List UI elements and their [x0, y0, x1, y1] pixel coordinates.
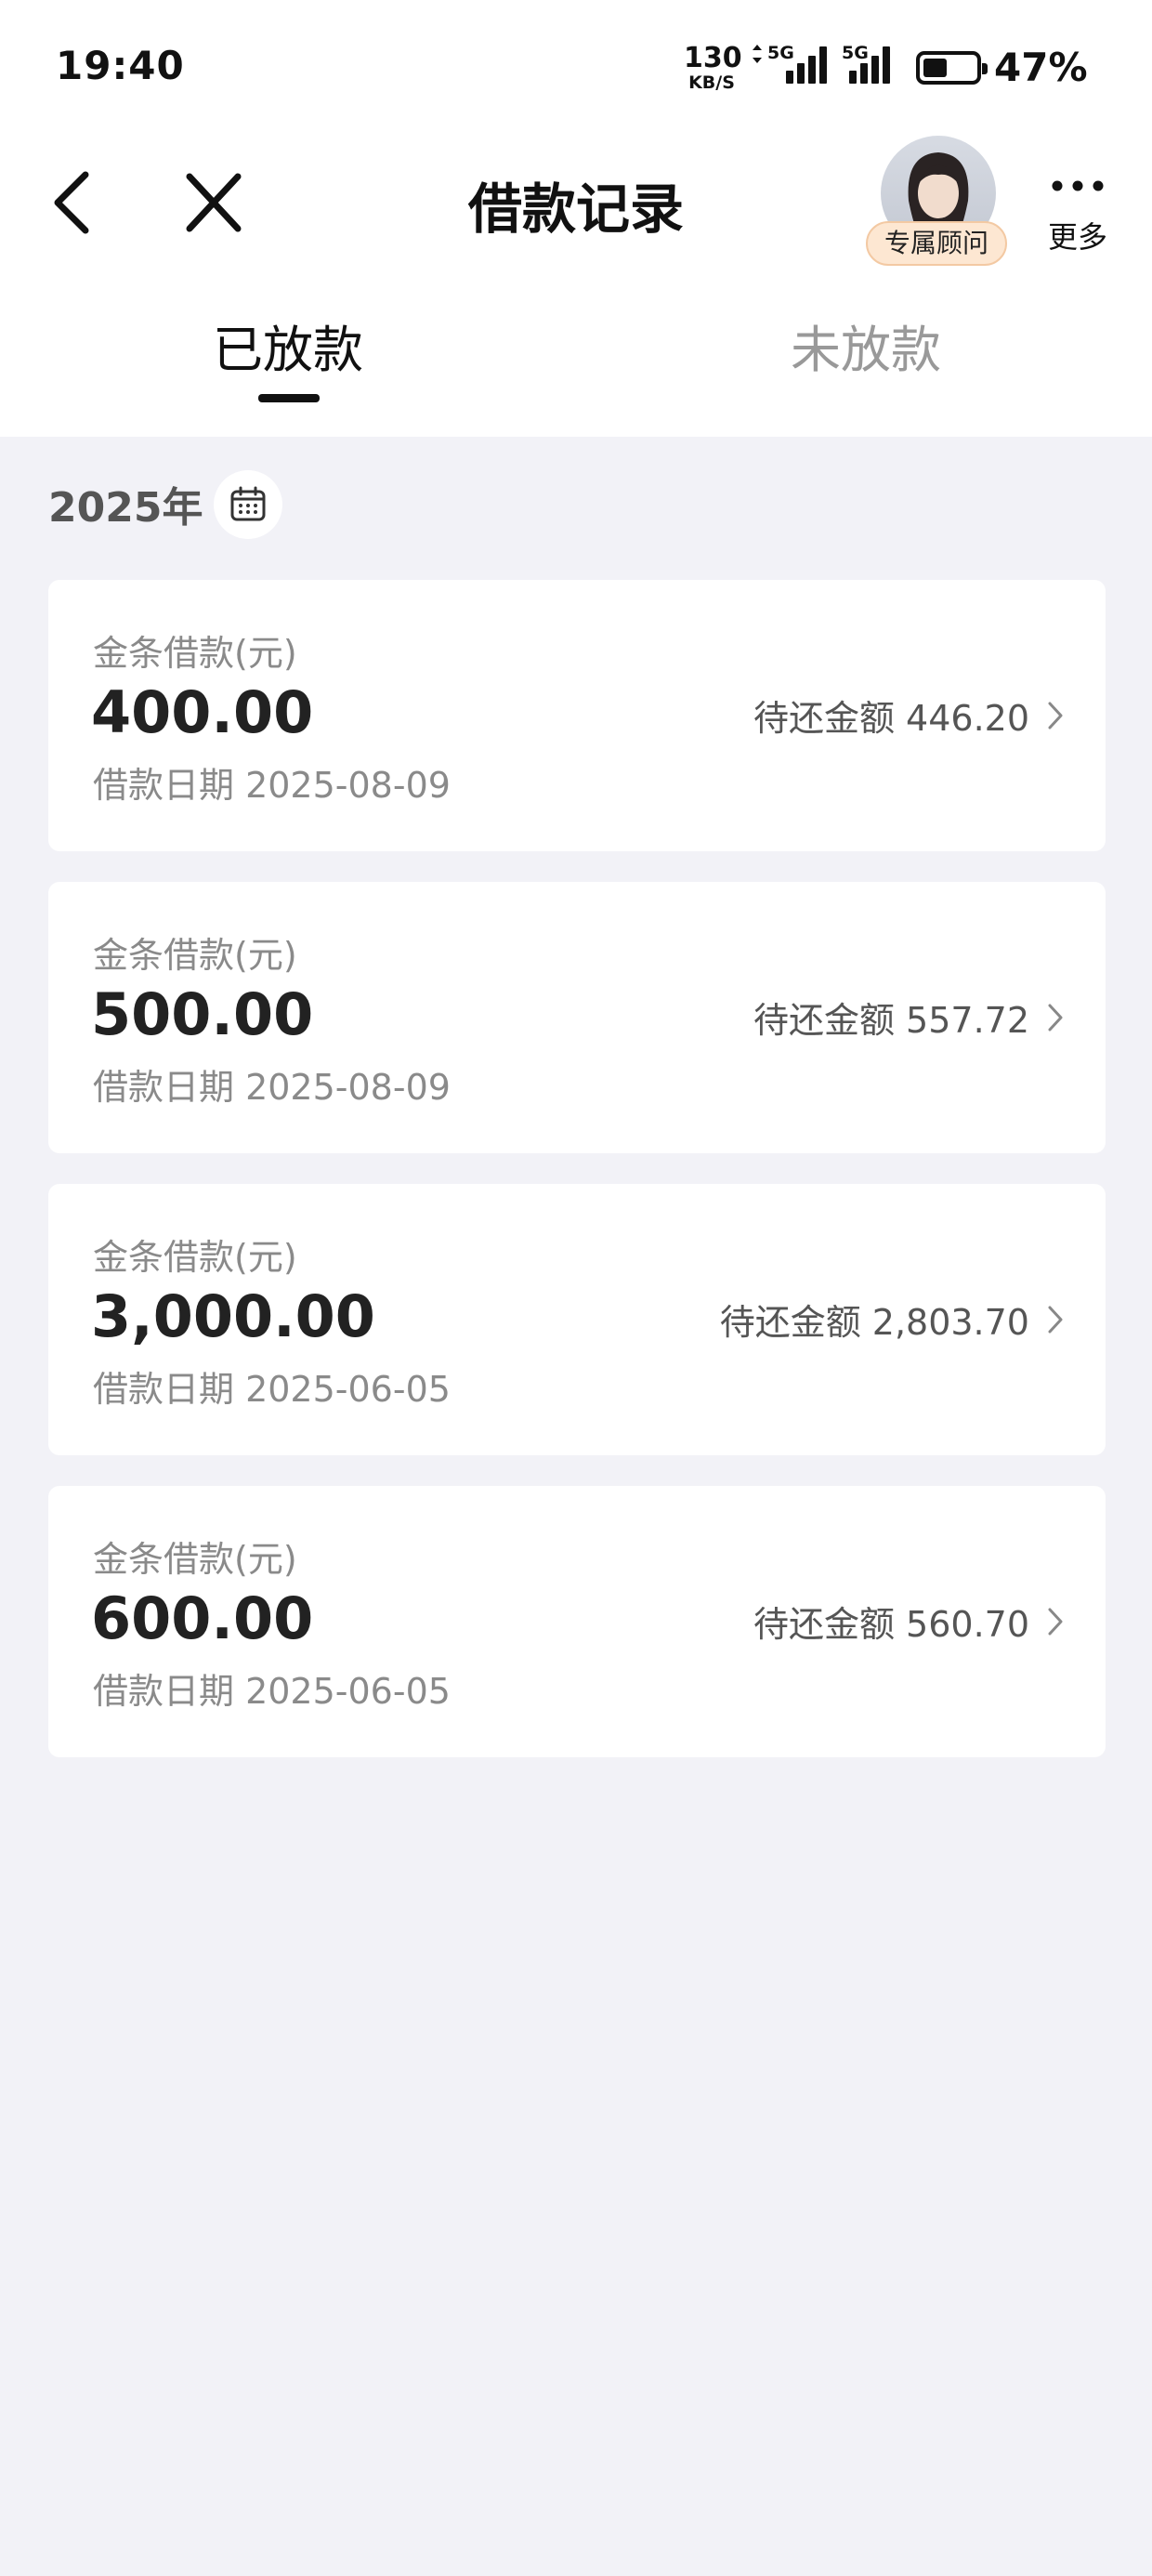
tab-not-disbursed[interactable]: 未放款: [727, 309, 1005, 411]
loan-type-label: 金条借款(元): [93, 1539, 297, 1580]
loan-type-label: 金条借款(元): [93, 633, 297, 674]
loan-date: 借款日期 2025-06-05: [93, 1671, 451, 1712]
loan-amount: 400.00: [91, 678, 314, 746]
advisor-badge: 专属顾问: [866, 221, 1007, 266]
network-speed-value: 130: [684, 42, 742, 74]
signal-2-label: 5G: [842, 43, 869, 63]
loan-date: 借款日期 2025-08-09: [93, 1067, 451, 1108]
data-transfer-arrows-icon: [753, 45, 762, 63]
network-speed-unit: KB/S: [688, 72, 735, 93]
amount-due: 待还金额 560.70: [753, 1604, 1029, 1645]
loan-date: 借款日期 2025-06-05: [93, 1369, 451, 1410]
signal-1-label: 5G: [767, 43, 794, 63]
battery-fill: [923, 59, 947, 77]
battery-percent: 47%: [994, 45, 1088, 90]
loan-record-card[interactable]: 金条借款(元) 500.00 借款日期 2025-08-09 待还金额 557.…: [48, 882, 1106, 1153]
amount-due: 待还金额 557.72: [753, 1000, 1029, 1041]
loan-amount: 600.00: [91, 1584, 314, 1652]
calendar-button[interactable]: [214, 470, 282, 539]
loan-type-label: 金条借款(元): [93, 935, 297, 976]
loan-amount: 500.00: [91, 980, 314, 1048]
amount-due: 待还金额 2,803.70: [719, 1302, 1029, 1343]
advisor-button[interactable]: 专属顾问: [864, 136, 1009, 271]
loan-record-card[interactable]: 金条借款(元) 3,000.00 借款日期 2025-06-05 待还金额 2,…: [48, 1184, 1106, 1455]
chevron-right-icon: [1048, 702, 1063, 729]
chevron-right-icon: [1048, 1306, 1063, 1334]
network-speed: 130 KB/S: [684, 42, 742, 93]
loan-date: 借款日期 2025-08-09: [93, 765, 451, 806]
more-label: 更多: [1047, 219, 1107, 255]
active-tab-indicator: [258, 394, 320, 402]
header-area: 19:40 130 KB/S 5G 5G 47% 借款记录 专属顾问 更多 已放…: [0, 0, 1152, 437]
loan-record-card[interactable]: 金条借款(元) 600.00 借款日期 2025-06-05 待还金额 560.…: [48, 1486, 1106, 1757]
more-button[interactable]: 更多: [1041, 169, 1115, 262]
loan-amount: 3,000.00: [91, 1282, 375, 1350]
status-bar: 19:40 130 KB/S 5G 5G 47%: [0, 0, 1152, 138]
more-dots-icon: [1052, 180, 1104, 191]
chevron-right-icon: [1048, 1004, 1063, 1032]
year-label: 2025年: [48, 484, 203, 532]
amount-due: 待还金额 446.20: [753, 698, 1029, 739]
status-time: 19:40: [56, 43, 185, 88]
signal-1-icon: 5G: [751, 43, 827, 87]
calendar-icon: [230, 486, 266, 521]
signal-2-icon: 5G: [842, 43, 909, 87]
loan-record-card[interactable]: 金条借款(元) 400.00 借款日期 2025-08-09 待还金额 446.…: [48, 580, 1106, 851]
loan-type-label: 金条借款(元): [93, 1237, 297, 1278]
battery-icon: [916, 51, 988, 85]
chevron-right-icon: [1048, 1608, 1063, 1636]
